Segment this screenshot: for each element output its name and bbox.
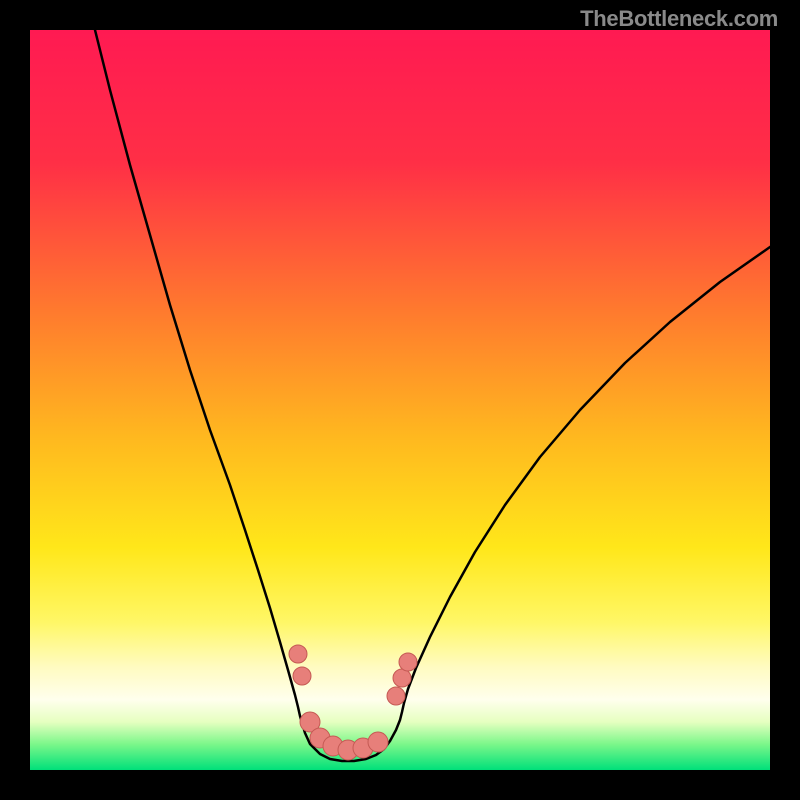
curve-marker: [293, 667, 311, 685]
chart-svg: [30, 30, 770, 770]
watermark-text: TheBottleneck.com: [580, 6, 778, 32]
curve-marker: [289, 645, 307, 663]
curve-marker: [399, 653, 417, 671]
curve-marker: [393, 669, 411, 687]
curve-marker: [387, 687, 405, 705]
curve-marker: [368, 732, 388, 752]
chart-frame: [30, 30, 770, 770]
